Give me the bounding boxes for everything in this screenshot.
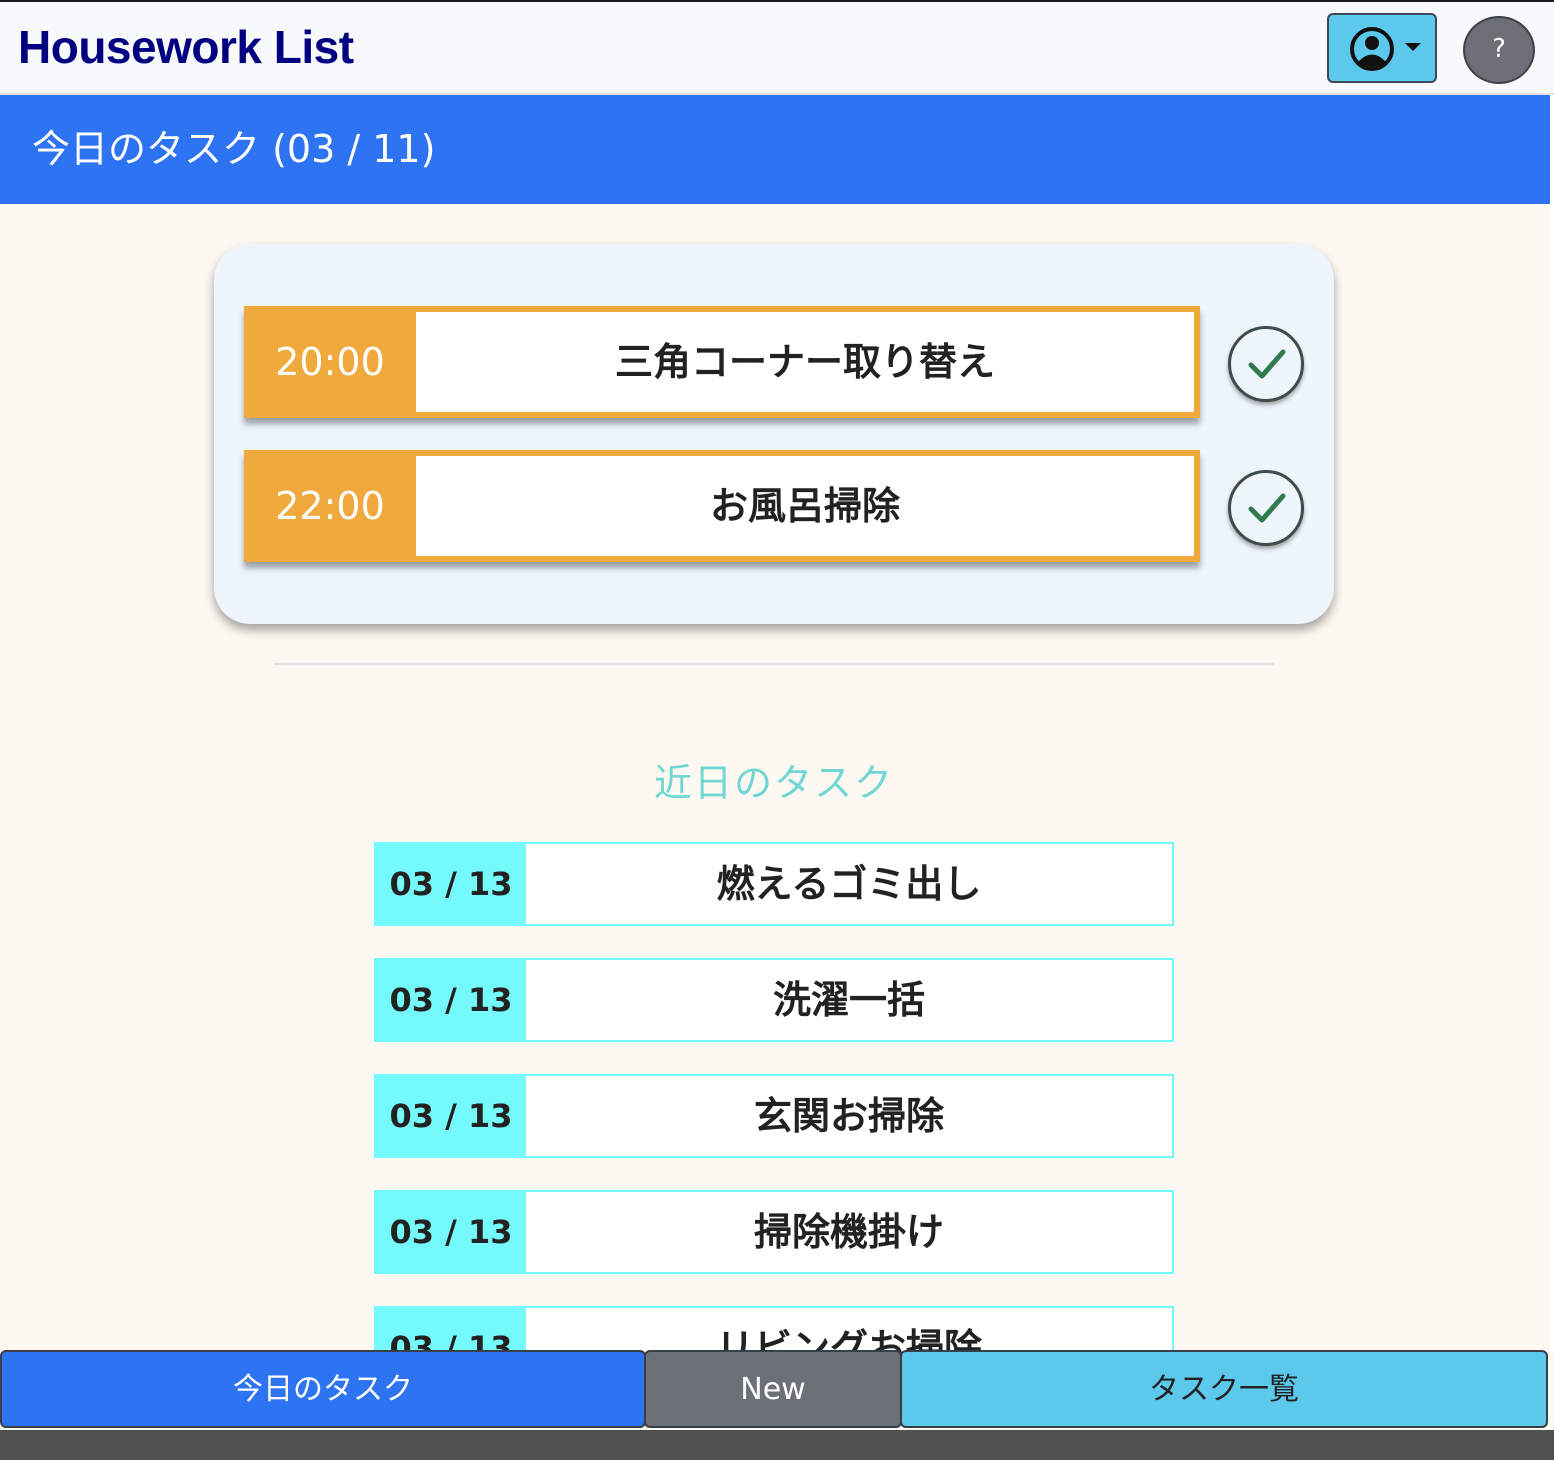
check-icon bbox=[1248, 493, 1286, 523]
upcoming-task-name: 燃えるゴミ出し bbox=[716, 862, 982, 906]
navbar: Housework List ? bbox=[0, 2, 1554, 95]
chevron-down-icon bbox=[1405, 43, 1421, 51]
help-button[interactable]: ? bbox=[1463, 16, 1535, 84]
bottom-bar-background bbox=[0, 1430, 1554, 1460]
complete-task-button[interactable] bbox=[1228, 470, 1304, 546]
upcoming-task-name: 洗濯一括 bbox=[772, 978, 925, 1022]
complete-task-button[interactable] bbox=[1228, 326, 1304, 402]
app-brand[interactable]: Housework List bbox=[18, 20, 354, 74]
upcoming-task-date: 03 / 13 bbox=[376, 844, 526, 924]
page-title: 今日のタスク (03 / 11) bbox=[32, 127, 436, 171]
upcoming-task-date: 03 / 13 bbox=[376, 1192, 526, 1272]
today-task-row: 22:00 お風呂掃除 bbox=[244, 450, 1200, 562]
task-name[interactable]: お風呂掃除 bbox=[416, 456, 1194, 556]
bottom-nav: 今日のタスク New タスク一覧 bbox=[0, 1350, 1554, 1460]
nav-new-task-button[interactable]: New bbox=[644, 1350, 902, 1428]
task-time: 22:00 bbox=[275, 484, 385, 528]
upcoming-task-row[interactable]: 03 / 13 洗濯一括 bbox=[374, 958, 1174, 1042]
upcoming-task-row[interactable]: 03 / 13 掃除機掛け bbox=[374, 1190, 1174, 1274]
upcoming-task-date: 03 / 13 bbox=[376, 1076, 526, 1156]
today-task-row: 20:00 三角コーナー取り替え bbox=[244, 306, 1200, 418]
user-menu-button[interactable] bbox=[1327, 13, 1437, 83]
person-circle-icon bbox=[1350, 27, 1394, 71]
task-time: 20:00 bbox=[275, 340, 385, 384]
upcoming-task-name: 掃除機掛け bbox=[753, 1210, 944, 1254]
upcoming-task-row[interactable]: 03 / 13 玄関お掃除 bbox=[374, 1074, 1174, 1158]
page-header: 今日のタスク (03 / 11) bbox=[0, 95, 1550, 204]
task-name[interactable]: 三角コーナー取り替え bbox=[416, 312, 1194, 412]
upcoming-task-row[interactable]: 03 / 13 燃えるゴミ出し bbox=[374, 842, 1174, 926]
nav-today-tasks-button[interactable]: 今日のタスク bbox=[0, 1350, 646, 1428]
today-tasks-card: 20:00 三角コーナー取り替え 22:00 お風呂掃除 bbox=[214, 244, 1334, 624]
section-divider bbox=[274, 663, 1274, 665]
upcoming-section-title: 近日のタスク bbox=[653, 761, 894, 805]
upcoming-task-name: 玄関お掃除 bbox=[753, 1094, 944, 1138]
check-icon bbox=[1248, 349, 1286, 379]
right-edge bbox=[1550, 95, 1554, 1355]
upcoming-task-date: 03 / 13 bbox=[376, 960, 526, 1040]
nav-task-list-button[interactable]: タスク一覧 bbox=[900, 1350, 1548, 1428]
